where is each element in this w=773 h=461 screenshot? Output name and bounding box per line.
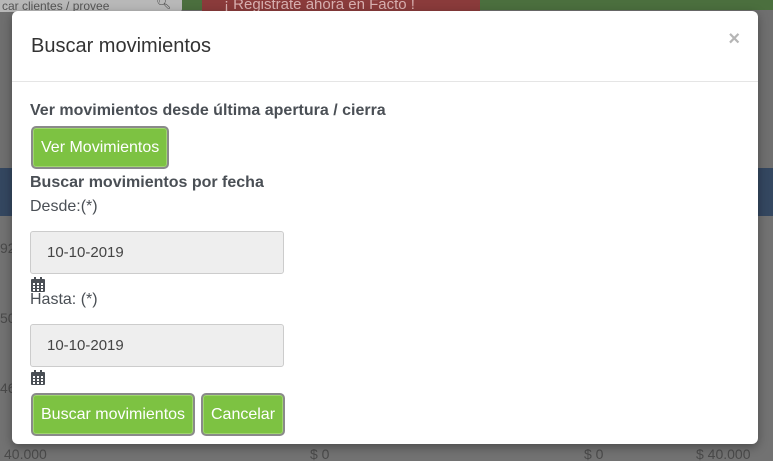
modal-header: Buscar movimientos × <box>12 11 758 82</box>
modal-title: Buscar movimientos <box>31 35 212 57</box>
buscar-movimientos-button[interactable]: Buscar movimientos <box>31 393 196 436</box>
background-bottom-value: $ 0 <box>584 446 604 461</box>
close-icon[interactable]: × <box>728 29 740 49</box>
calendar-icon[interactable] <box>30 370 46 386</box>
desde-label: Desde:(*) <box>30 198 98 215</box>
search-movements-modal: Buscar movimientos × Ver movimientos des… <box>12 11 758 444</box>
section-title-by-date: Buscar movimientos por fecha <box>30 174 264 191</box>
desde-date-input[interactable] <box>30 231 284 274</box>
search-icon: 🔍︎ <box>156 0 172 10</box>
background-bottom-value: $ 40.000 <box>696 446 751 461</box>
ver-movimientos-button[interactable]: Ver Movimientos <box>31 126 170 169</box>
hasta-date-input[interactable] <box>30 324 284 367</box>
section-title-last-opening: Ver movimientos desde última apertura / … <box>30 102 386 119</box>
background-bottom-value: 40.000 <box>4 446 47 461</box>
background-bottom-value: $ 0 <box>310 446 330 461</box>
cancel-button[interactable]: Cancelar <box>201 393 286 436</box>
hasta-label: Hasta: (*) <box>30 291 98 308</box>
